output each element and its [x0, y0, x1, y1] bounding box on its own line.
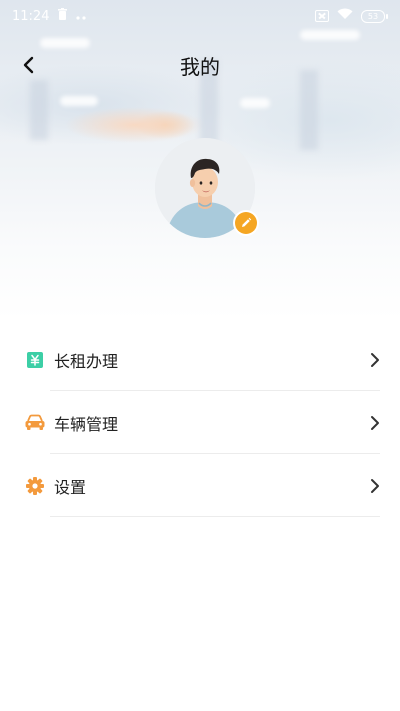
wifi-icon — [337, 8, 353, 24]
menu-item-vehicle[interactable]: 车辆管理 — [0, 391, 400, 454]
chevron-right-icon — [371, 352, 379, 367]
battery-level: 53 — [361, 9, 385, 23]
menu-item-settings[interactable]: 设置 — [0, 454, 400, 517]
menu-item-long-rent[interactable]: 长租办理 — [0, 328, 400, 391]
more-dots-icon — [76, 9, 88, 24]
status-bar: 11:24 53 — [0, 0, 400, 32]
chevron-right-icon — [371, 478, 379, 493]
back-button[interactable] — [14, 50, 44, 80]
status-time: 11:24 — [12, 8, 50, 24]
menu-item-label: 设置 — [54, 477, 87, 497]
menu-item-label: 长租办理 — [54, 351, 119, 371]
yuan-ticket-icon — [24, 349, 46, 371]
trash-icon — [57, 8, 68, 24]
edit-avatar-button[interactable] — [235, 212, 257, 234]
menu-list: 长租办理 车辆管理 设置 — [0, 328, 400, 517]
divider — [50, 516, 380, 517]
menu-item-label: 车辆管理 — [54, 414, 119, 434]
navigation-bar: 我的 — [0, 40, 400, 90]
chevron-right-icon — [371, 415, 379, 430]
page-title: 我的 — [180, 54, 220, 79]
gear-icon — [24, 475, 46, 497]
battery-icon: 53 — [361, 9, 388, 23]
chevron-left-icon — [23, 56, 34, 74]
car-icon — [24, 412, 46, 434]
no-sim-icon — [315, 10, 329, 22]
pencil-icon — [242, 217, 252, 227]
avatar-container — [155, 138, 257, 238]
